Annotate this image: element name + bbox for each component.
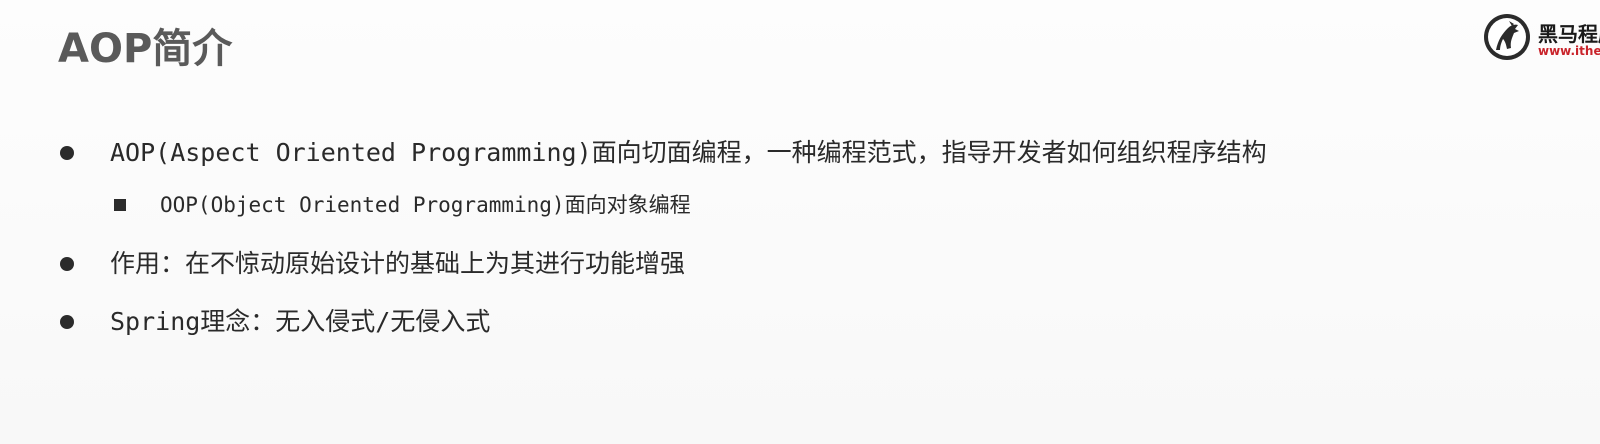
bullet-square <box>114 199 126 211</box>
bullet-text: OOP(Object Oriented Programming)面向对象编程 <box>160 193 691 217</box>
slide-title: AOP简介 <box>58 26 233 72</box>
brand-name: 黑马程序员 <box>1538 22 1600 46</box>
bullet-text: Spring理念：无入侵式/无侵入式 <box>110 307 491 336</box>
bullet-dot <box>60 146 74 160</box>
bullet-dot <box>60 315 74 329</box>
slide: AOP简介 黑马程序员 www.itheima.com AOP(Aspect O… <box>0 0 1600 444</box>
brand-logo: 黑马程序员 www.itheima.com <box>1482 10 1600 64</box>
bullet-text: AOP(Aspect Oriented Programming)面向切面编程，一… <box>110 138 1267 167</box>
brand-url: www.itheima.com <box>1538 44 1600 58</box>
horse-logo-icon <box>1484 14 1530 60</box>
bullet-dot <box>60 257 74 271</box>
bullet-text: 作用：在不惊动原始设计的基础上为其进行功能增强 <box>110 249 686 278</box>
